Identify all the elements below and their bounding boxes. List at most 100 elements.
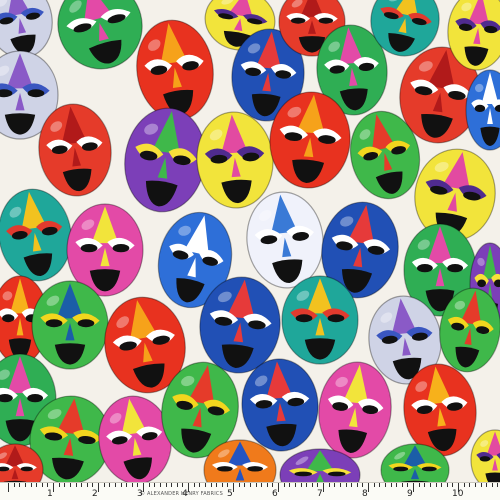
mask-eye-hole — [45, 319, 63, 328]
mask-eye-hole — [27, 394, 44, 403]
ruler-number: 3 — [137, 489, 143, 499]
mask-mouth-hole — [485, 472, 500, 482]
mask-eye-hole — [318, 17, 334, 24]
green-gold-mask — [31, 280, 109, 370]
ruler-tick — [75, 483, 77, 487]
ruler-tick — [109, 483, 111, 487]
ruler-tick — [13, 483, 15, 487]
ruler-tick — [323, 483, 324, 492]
ruler-tick — [424, 483, 426, 487]
ruler-tick — [182, 483, 184, 487]
ruler-tick — [334, 483, 336, 487]
ruler-tick — [390, 483, 392, 487]
ruler-number: 4 — [182, 489, 188, 499]
ruler-tick — [165, 483, 167, 487]
ruler-tick — [204, 483, 206, 487]
mask-eye-hole — [328, 471, 346, 477]
mask-eye-hole — [421, 466, 437, 472]
ruler-tick — [401, 483, 403, 487]
ruler-tick — [227, 483, 229, 487]
ruler-tick — [272, 483, 274, 487]
ruler-tick — [137, 483, 139, 487]
ruler-tick — [188, 483, 189, 492]
ruler-tick — [283, 483, 285, 487]
mask-eye-hole — [477, 279, 486, 288]
ruler-tick — [47, 483, 49, 487]
mask-eye-hole — [27, 89, 45, 98]
ruler-tick — [294, 483, 296, 487]
ruler-tick — [41, 483, 43, 487]
ruler-tick — [143, 483, 144, 492]
ruler-tick — [255, 483, 257, 487]
mask-eye-hole — [479, 456, 491, 462]
ruler-tick — [249, 483, 251, 487]
mask-eye-hole — [474, 104, 486, 112]
ruler-tick — [261, 483, 263, 487]
ruler-tick — [221, 483, 223, 487]
ruler-number: 5 — [227, 489, 233, 499]
ruler-number: 8 — [362, 489, 368, 499]
ruler-tick — [463, 483, 465, 487]
mask-eye-hole — [416, 264, 433, 273]
ruler-tick — [193, 483, 195, 487]
mask-eye-hole — [216, 466, 233, 472]
ruler-tick — [311, 483, 313, 487]
ruler-tick — [306, 483, 308, 487]
mask-eye-hole — [2, 314, 15, 323]
ruler-tick — [210, 483, 212, 487]
ruler-tick — [176, 483, 178, 487]
ruler-tick — [69, 483, 71, 487]
ruler-tick — [148, 483, 150, 487]
mask-eye-hole — [295, 314, 313, 323]
ruler-tick — [328, 483, 330, 487]
ruler-number: 2 — [92, 489, 98, 499]
mask-eye-hole — [112, 244, 130, 253]
ruler-tick — [24, 483, 26, 487]
ruler-tick — [154, 483, 156, 487]
ruler-tick — [199, 483, 201, 487]
ruler-tick — [238, 483, 240, 487]
ruler-tick — [36, 483, 38, 487]
ruler-tick — [216, 483, 218, 487]
mask-print-fabric — [0, 0, 500, 482]
ruler-tick — [480, 483, 482, 487]
ruler-tick — [64, 483, 66, 487]
ruler-tick — [159, 483, 161, 487]
ruler-tick — [452, 483, 454, 487]
ruler-tick — [317, 483, 319, 487]
selvage-ruler: © ALEXANDER HENRY FABRICS 1 2 3 4 5 6 7 8 9 10 — [0, 482, 500, 500]
mask-eye-hole — [447, 264, 464, 273]
ruler-tick — [362, 483, 364, 487]
ruler-tick — [266, 483, 268, 487]
mask-eye-hole — [294, 471, 312, 477]
mask-eye-hole — [77, 319, 95, 328]
ruler-tick — [486, 483, 488, 487]
ruler-tick — [356, 483, 358, 487]
ruler-number: 7 — [317, 489, 323, 499]
ruler-tick — [384, 483, 386, 487]
ruler-tick — [86, 483, 88, 487]
ruler-tick — [120, 483, 122, 487]
ruler-number: 9 — [407, 489, 413, 499]
teal-gold-mask — [281, 275, 359, 365]
ruler-tick — [8, 483, 9, 492]
mask-eye-hole — [80, 244, 98, 253]
ruler-tick — [58, 483, 60, 487]
ruler-number: 6 — [272, 489, 278, 499]
ruler-tick — [418, 483, 420, 487]
mask-eye-hole — [290, 17, 306, 24]
ruler-tick — [497, 483, 499, 487]
ruler-tick — [278, 483, 279, 492]
ruler-tick — [289, 483, 291, 487]
ruler-tick — [368, 483, 369, 492]
ruler-tick — [53, 483, 54, 492]
ruler-number: 1 — [47, 489, 53, 499]
mask-eye-hole — [247, 466, 264, 472]
ruler-tick — [339, 483, 341, 487]
ruler-tick — [92, 483, 94, 487]
ruler-tick — [300, 483, 302, 487]
mask-eye-hole — [20, 466, 33, 472]
ruler-tick — [244, 483, 246, 487]
ruler-tick — [469, 483, 471, 487]
ruler-tick — [474, 483, 476, 487]
